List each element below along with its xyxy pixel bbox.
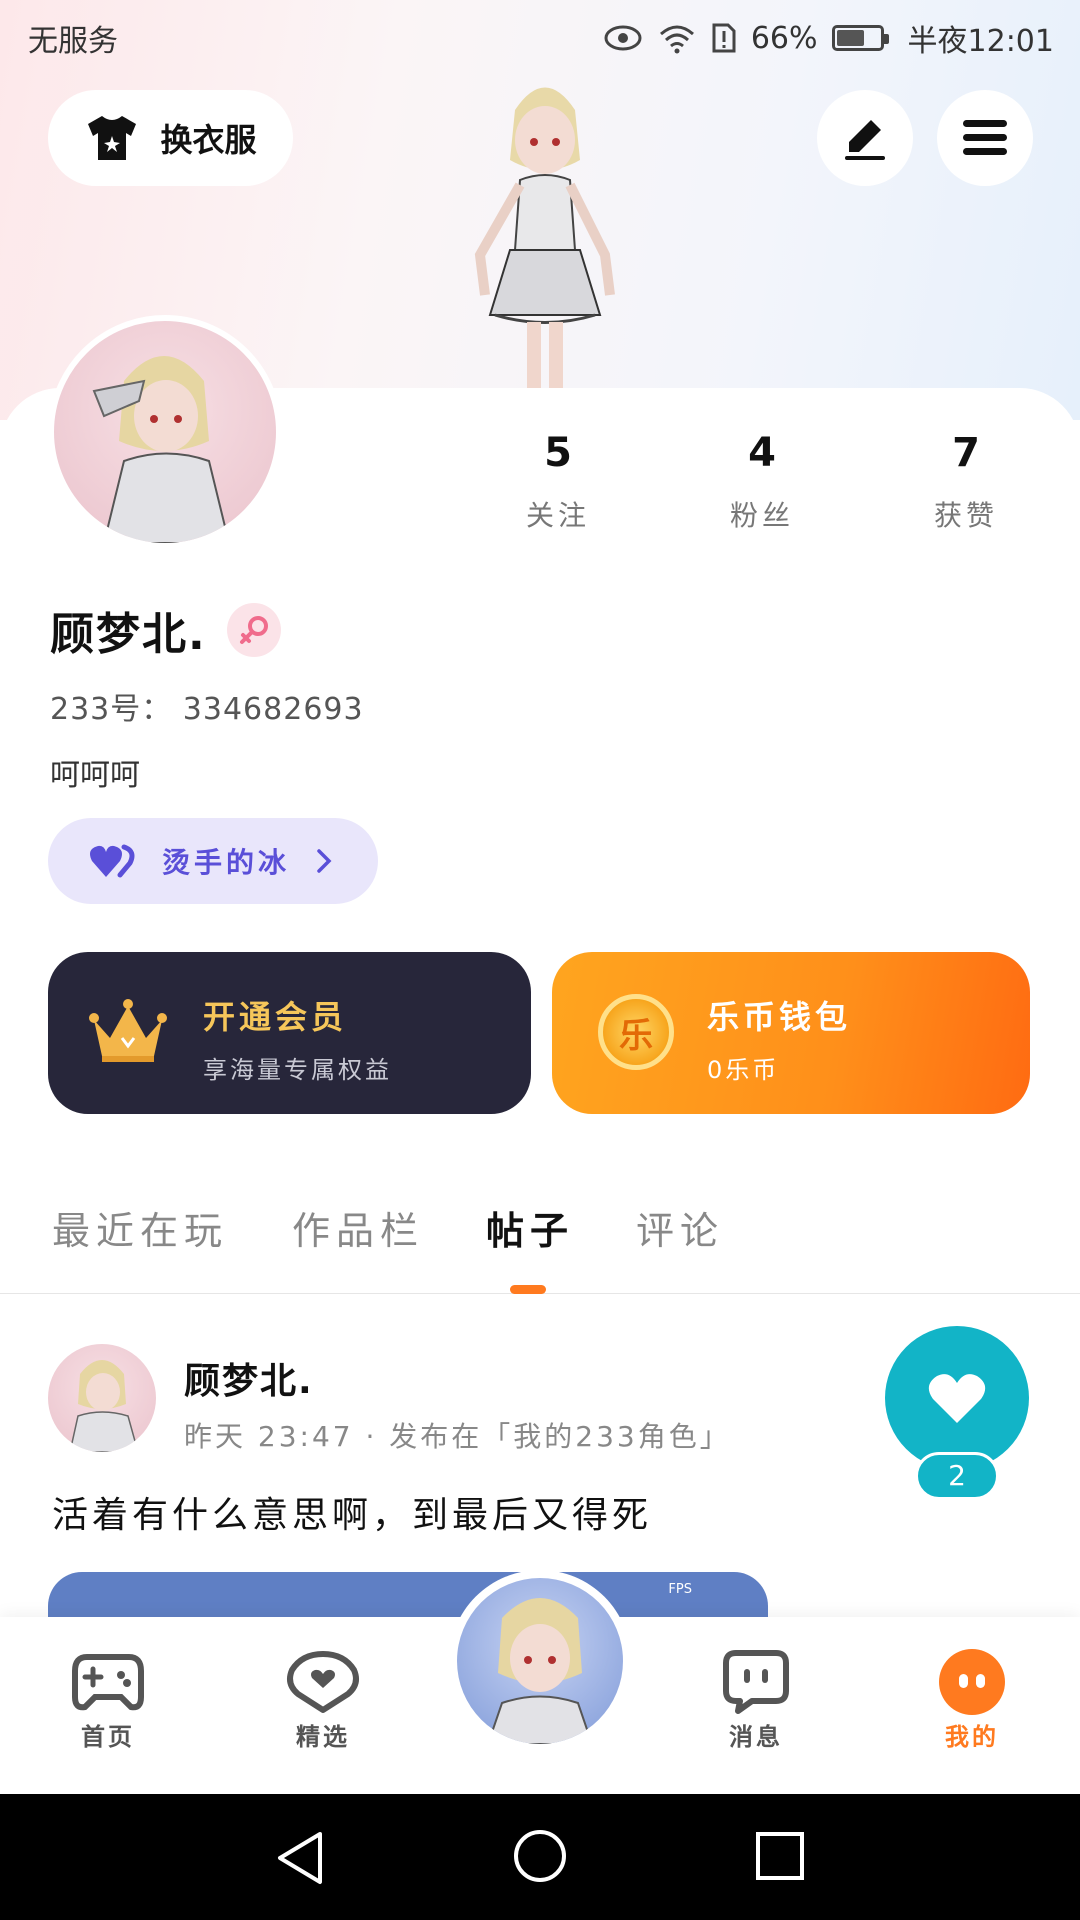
- nav-featured[interactable]: 精选: [253, 1647, 393, 1752]
- battery-level: [836, 30, 865, 46]
- sim-alert-icon: [712, 23, 736, 53]
- profile-page: 无服务 66% 半夜12:01 换衣服 5 关注 4 粉丝 7 获赞 顾梦北. …: [0, 0, 1080, 1920]
- menu-button[interactable]: [937, 90, 1033, 186]
- profile-face-icon: [939, 1649, 1005, 1715]
- change-outfit-button[interactable]: 换衣服: [48, 90, 293, 186]
- female-icon: [226, 603, 281, 657]
- gamepad-icon: [72, 1654, 144, 1711]
- recent-apps-icon[interactable]: [754, 1830, 806, 1882]
- status-icons: 66% 半夜12:01: [603, 16, 1054, 60]
- double-heart-icon: [90, 844, 135, 878]
- tab-recent[interactable]: 最近在玩: [52, 1200, 228, 1255]
- user-bio: 呵呵呵: [50, 758, 140, 793]
- clock-text: 半夜12:01: [907, 24, 1054, 59]
- nav-messages-label: 消息: [729, 1723, 783, 1751]
- coin-badge-text: 乐: [619, 1015, 653, 1056]
- post-image-overlay-text: FPS: [668, 1582, 692, 1597]
- wifi-icon: [659, 25, 694, 54]
- nav-home-label: 首页: [81, 1723, 135, 1751]
- tab-comments[interactable]: 评论: [636, 1200, 724, 1255]
- stat-likes[interactable]: 7 获赞: [886, 430, 1046, 534]
- nav-featured-label: 精选: [296, 1723, 350, 1751]
- nav-profile-label: 我的: [945, 1723, 999, 1751]
- vip-subtitle: 享海量专属权益: [203, 1056, 392, 1084]
- carrier-text: 无服务: [28, 24, 118, 59]
- coin-icon: 乐: [598, 994, 674, 1070]
- heart-bubble-icon: [287, 1651, 359, 1713]
- stat-following[interactable]: 5 关注: [478, 430, 638, 534]
- avatar-portrait: [92, 356, 231, 543]
- crown-icon: [89, 999, 167, 1062]
- post-text[interactable]: 活着有什么意思啊，到最后又得死: [52, 1486, 652, 1538]
- status-bar: 无服务 66% 半夜12:01: [0, 0, 1080, 76]
- tab-posts[interactable]: 帖子: [486, 1200, 574, 1255]
- stat-likes-value: 7: [952, 430, 980, 476]
- home-circle-icon[interactable]: [512, 1828, 568, 1884]
- center-avatar-button[interactable]: [449, 1570, 631, 1752]
- hamburger-menu-icon: [963, 120, 1007, 155]
- heart-icon: [928, 1374, 986, 1423]
- tab-works[interactable]: 作品栏: [292, 1200, 424, 1255]
- active-tab-indicator: [510, 1285, 546, 1294]
- coin-title: 乐币钱包: [707, 998, 852, 1036]
- post-author-name[interactable]: 顾梦北.: [184, 1352, 314, 1404]
- nav-profile[interactable]: 我的: [902, 1647, 1042, 1752]
- post-author-avatar[interactable]: [48, 1344, 156, 1452]
- post-meta: 昨天 23:47 · 发布在「我的233角色」: [184, 1420, 731, 1453]
- like-count: 2: [915, 1452, 999, 1500]
- center-avatar-portrait: [486, 1598, 594, 1744]
- nav-messages[interactable]: 消息: [686, 1647, 826, 1752]
- profile-tabs: 最近在玩 作品栏 帖子 评论: [0, 1190, 1080, 1294]
- pencil-icon: [845, 120, 885, 160]
- back-icon[interactable]: [272, 1828, 328, 1888]
- system-navigation-bar: [0, 1794, 1080, 1920]
- battery-icon: [831, 25, 889, 51]
- profile-avatar[interactable]: [48, 315, 282, 549]
- vip-membership-card[interactable]: 开通会员 享海量专属权益: [48, 952, 531, 1114]
- tshirt-icon: [88, 116, 137, 160]
- change-outfit-label: 换衣服: [160, 121, 257, 159]
- post-avatar-portrait: [69, 1360, 139, 1452]
- vip-title: 开通会员: [203, 998, 348, 1036]
- coin-wallet-card[interactable]: 乐 乐币钱包 0乐币: [552, 952, 1030, 1114]
- chat-icon: [723, 1650, 789, 1714]
- character-avatar-figure[interactable]: [435, 70, 655, 390]
- stat-likes-label: 获赞: [933, 499, 998, 532]
- guardian-badge-button[interactable]: 烫手的冰: [48, 818, 378, 904]
- eye-icon: [604, 25, 642, 51]
- stat-followers[interactable]: 4 粉丝: [682, 430, 842, 534]
- stat-following-value: 5: [544, 430, 572, 476]
- profile-name: 顾梦北.: [50, 609, 207, 660]
- profile-name-row: 顾梦北.: [50, 598, 281, 662]
- edit-profile-button[interactable]: [817, 90, 913, 186]
- battery-percent: 66%: [750, 20, 818, 56]
- nav-home[interactable]: 首页: [38, 1647, 178, 1752]
- user-id: 233号： 334682693: [50, 692, 364, 727]
- stat-following-label: 关注: [525, 499, 590, 532]
- stat-followers-label: 粉丝: [729, 499, 794, 532]
- coin-balance: 0乐币: [707, 1056, 780, 1084]
- stat-followers-value: 4: [748, 430, 776, 476]
- guardian-label: 烫手的冰: [162, 846, 291, 879]
- like-button[interactable]: [885, 1326, 1029, 1470]
- chevron-right-icon: [317, 849, 332, 873]
